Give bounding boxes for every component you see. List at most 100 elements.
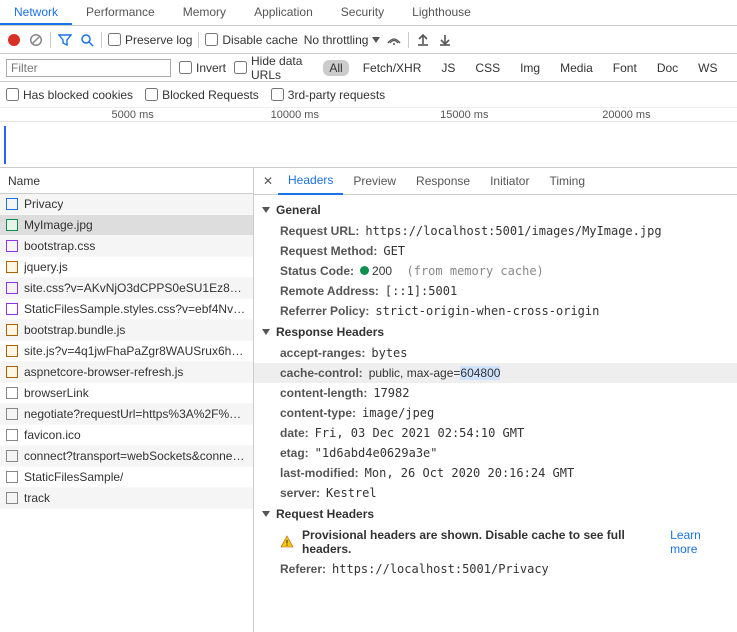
value-server: Kestrel bbox=[326, 486, 377, 500]
type-ws[interactable]: WS bbox=[692, 60, 723, 76]
filter-bar: Invert Hide data URLs All Fetch/XHR JS C… bbox=[0, 54, 737, 82]
type-fetchxhr[interactable]: Fetch/XHR bbox=[357, 60, 428, 76]
detail-tab-initiator[interactable]: Initiator bbox=[480, 168, 539, 194]
provisional-warning: Provisional headers are shown. Disable c… bbox=[302, 528, 662, 556]
tab-performance[interactable]: Performance bbox=[72, 0, 169, 25]
other-file-icon bbox=[6, 429, 18, 441]
type-all[interactable]: All bbox=[323, 60, 348, 76]
close-detail-icon[interactable]: ✕ bbox=[258, 174, 278, 188]
type-doc[interactable]: Doc bbox=[651, 60, 684, 76]
value-remote-address: [::1]:5001 bbox=[385, 284, 457, 298]
request-row[interactable]: site.js?v=4q1jwFhaPaZgr8WAUSrux6hA… bbox=[0, 341, 253, 362]
value-request-url: https://localhost:5001/images/MyImage.jp… bbox=[365, 224, 661, 238]
other-file-icon bbox=[6, 387, 18, 399]
network-conditions-icon[interactable] bbox=[386, 32, 402, 48]
value-last-modified: Mon, 26 Oct 2020 20:16:24 GMT bbox=[365, 466, 575, 480]
type-filter-group: All Fetch/XHR JS CSS Img Media Font Doc … bbox=[323, 60, 731, 76]
request-name: bootstrap.bundle.js bbox=[24, 323, 125, 337]
blocked-requests-checkbox[interactable]: Blocked Requests bbox=[145, 88, 259, 102]
disable-cache-checkbox[interactable]: Disable cache bbox=[205, 33, 297, 47]
value-content-length: 17982 bbox=[373, 386, 409, 400]
value-cache-control: public, max-age=604800 bbox=[369, 366, 501, 380]
type-css[interactable]: CSS bbox=[469, 60, 506, 76]
request-name: site.css?v=AKvNjO3dCPPS0eSU1Ez8T2… bbox=[24, 281, 247, 295]
type-js[interactable]: JS bbox=[435, 60, 461, 76]
request-row[interactable]: browserLink bbox=[0, 383, 253, 404]
filter-icon[interactable] bbox=[57, 32, 73, 48]
img-file-icon bbox=[6, 219, 18, 231]
value-referer: https://localhost:5001/Privacy bbox=[332, 562, 549, 576]
value-date: Fri, 03 Dec 2021 02:54:10 GMT bbox=[315, 426, 525, 440]
request-row[interactable]: track bbox=[0, 488, 253, 509]
request-row[interactable]: connect?transport=webSockets&conne… bbox=[0, 446, 253, 467]
tab-lighthouse[interactable]: Lighthouse bbox=[398, 0, 485, 25]
network-toolbar: Preserve log Disable cache No throttling bbox=[0, 26, 737, 54]
hide-data-urls-checkbox[interactable]: Hide data URLs bbox=[234, 54, 315, 82]
request-row[interactable]: aspnetcore-browser-refresh.js bbox=[0, 362, 253, 383]
detail-tab-preview[interactable]: Preview bbox=[343, 168, 406, 194]
section-general[interactable]: General bbox=[254, 199, 737, 221]
other-file-icon bbox=[6, 471, 18, 483]
request-name: Privacy bbox=[24, 197, 63, 211]
preserve-log-checkbox[interactable]: Preserve log bbox=[108, 33, 192, 47]
other-file-icon bbox=[6, 492, 18, 504]
value-request-method: GET bbox=[383, 244, 405, 258]
request-name: browserLink bbox=[24, 386, 89, 400]
search-icon[interactable] bbox=[79, 32, 95, 48]
throttling-select[interactable]: No throttling bbox=[304, 33, 381, 47]
request-row[interactable]: MyImage.jpg bbox=[0, 215, 253, 236]
has-blocked-cookies-checkbox[interactable]: Has blocked cookies bbox=[6, 88, 133, 102]
label-date: date: bbox=[280, 426, 309, 440]
tab-application[interactable]: Application bbox=[240, 0, 327, 25]
label-content-type: content-type: bbox=[280, 406, 356, 420]
label-server: server: bbox=[280, 486, 320, 500]
type-media[interactable]: Media bbox=[554, 60, 599, 76]
request-row[interactable]: StaticFilesSample.styles.css?v=ebf4NvV… bbox=[0, 299, 253, 320]
request-name: bootstrap.css bbox=[24, 239, 95, 253]
label-cache-control: cache-control: bbox=[280, 366, 363, 380]
detail-tab-response[interactable]: Response bbox=[406, 168, 480, 194]
learn-more-link[interactable]: Learn more bbox=[670, 528, 729, 556]
request-row[interactable]: negotiate?requestUrl=https%3A%2F%2… bbox=[0, 404, 253, 425]
request-row[interactable]: bootstrap.bundle.js bbox=[0, 320, 253, 341]
request-row[interactable]: StaticFilesSample/ bbox=[0, 467, 253, 488]
network-main: Name Privacy MyImage.jpg bootstrap.css jque… bbox=[0, 168, 737, 632]
export-har-icon[interactable] bbox=[437, 32, 453, 48]
detail-tab-timing[interactable]: Timing bbox=[539, 168, 595, 194]
tab-network[interactable]: Network bbox=[0, 0, 72, 25]
status-ok-icon bbox=[360, 266, 369, 275]
request-name: aspnetcore-browser-refresh.js bbox=[24, 365, 183, 379]
import-har-icon[interactable] bbox=[415, 32, 431, 48]
request-name: StaticFilesSample.styles.css?v=ebf4NvV… bbox=[24, 302, 247, 316]
type-font[interactable]: Font bbox=[607, 60, 643, 76]
tab-memory[interactable]: Memory bbox=[169, 0, 240, 25]
detail-tab-headers[interactable]: Headers bbox=[278, 168, 343, 195]
section-response-headers[interactable]: Response Headers bbox=[254, 321, 737, 343]
request-name: StaticFilesSample/ bbox=[24, 470, 123, 484]
value-accept-ranges: bytes bbox=[371, 346, 407, 360]
request-row[interactable]: site.css?v=AKvNjO3dCPPS0eSU1Ez8T2… bbox=[0, 278, 253, 299]
invert-checkbox[interactable]: Invert bbox=[179, 61, 226, 75]
third-party-checkbox[interactable]: 3rd-party requests bbox=[271, 88, 385, 102]
clear-icon[interactable] bbox=[28, 32, 44, 48]
section-request-headers[interactable]: Request Headers bbox=[254, 503, 737, 525]
request-row[interactable]: bootstrap.css bbox=[0, 236, 253, 257]
type-img[interactable]: Img bbox=[514, 60, 546, 76]
request-list-panel: Name Privacy MyImage.jpg bootstrap.css jque… bbox=[0, 168, 254, 632]
request-name: connect?transport=webSockets&conne… bbox=[24, 449, 244, 463]
filter-input[interactable] bbox=[6, 59, 171, 77]
record-button[interactable] bbox=[6, 32, 22, 48]
request-row[interactable]: favicon.ico bbox=[0, 425, 253, 446]
column-header-name[interactable]: Name bbox=[0, 168, 253, 194]
label-status-code: Status Code: bbox=[280, 264, 354, 278]
value-etag: "1d6abd4e0629a3e" bbox=[315, 446, 438, 460]
other-file-icon bbox=[6, 450, 18, 462]
network-timeline[interactable]: 5000 ms 10000 ms 15000 ms 20000 ms bbox=[0, 108, 737, 168]
label-request-method: Request Method: bbox=[280, 244, 377, 258]
tab-security[interactable]: Security bbox=[327, 0, 398, 25]
value-status-code: 200 (from memory cache) bbox=[360, 264, 544, 278]
request-row[interactable]: jquery.js bbox=[0, 257, 253, 278]
filter-bar-2: Has blocked cookies Blocked Requests 3rd… bbox=[0, 82, 737, 108]
warning-icon bbox=[280, 535, 294, 549]
request-row[interactable]: Privacy bbox=[0, 194, 253, 215]
